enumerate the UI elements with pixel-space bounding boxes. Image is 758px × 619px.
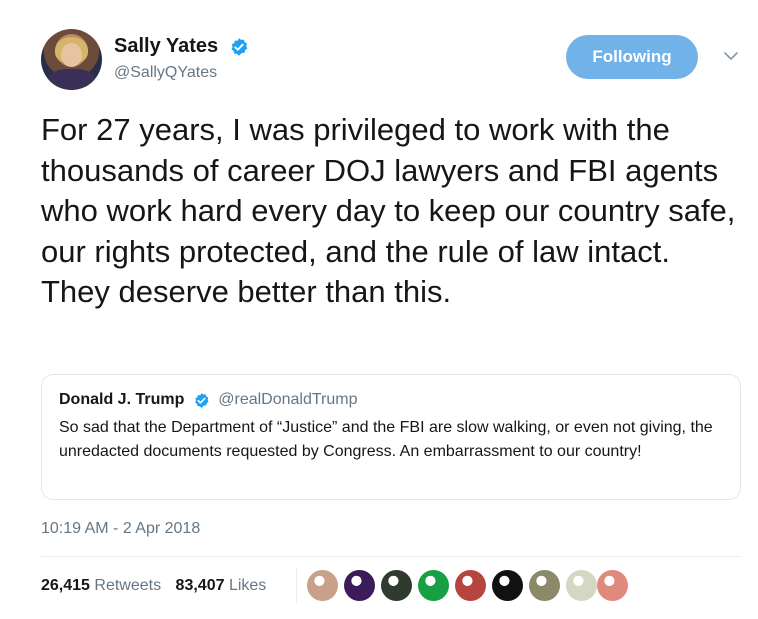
stats-separator (296, 569, 297, 603)
following-button[interactable]: Following (566, 35, 698, 79)
tweet-text: For 27 years, I was privileged to work w… (41, 112, 736, 309)
liker-avatar-woman[interactable] (307, 570, 338, 601)
chevron-down-icon[interactable] (722, 49, 740, 63)
liker-avatar-chevron[interactable] (492, 570, 523, 601)
liker-avatar-purple-text[interactable] (344, 570, 375, 601)
liker-avatar-seal[interactable] (566, 570, 597, 601)
quoted-tweet-text: So sad that the Department of “Justice” … (59, 419, 713, 460)
likes-count: 83,407 (175, 577, 225, 594)
tweet-timestamp[interactable]: 10:19 AM - 2 Apr 2018 (41, 520, 200, 538)
avatar-body-shape (47, 69, 96, 90)
author-handle[interactable]: @SallyQYates (114, 64, 249, 82)
liker-avatar-fox[interactable] (597, 570, 628, 601)
retweets-count: 26,415 (41, 577, 90, 594)
author-name-block[interactable]: Sally Yates @SallyQYates (114, 35, 249, 82)
quoted-author-name: Donald J. Trump (59, 391, 185, 408)
retweets-label: Retweets (94, 577, 162, 594)
liker-avatar-alien[interactable] (381, 570, 412, 601)
likes-stat[interactable]: 83,407 Likes (176, 577, 267, 595)
tweet-header: Sally Yates @SallyQYates Following (41, 29, 741, 93)
liker-avatar-woman-red[interactable] (455, 570, 486, 601)
divider (41, 556, 741, 557)
likes-label: Likes (228, 577, 267, 594)
retweets-stat[interactable]: 26,415 Retweets (41, 577, 161, 595)
quoted-tweet[interactable]: Donald J. Trump @realDonaldTrump So sad … (41, 374, 741, 500)
quoted-author-handle: @realDonaldTrump (218, 391, 358, 408)
liker-avatar-camo[interactable] (529, 570, 560, 601)
engagement-stats: 26,415 Retweets 83,407 Likes (41, 577, 276, 595)
avatar-face-shape (61, 43, 82, 67)
author-avatar[interactable] (41, 29, 102, 90)
author-display-name[interactable]: Sally Yates (114, 35, 218, 58)
verified-badge-icon (231, 37, 247, 56)
quoted-tweet-header: Donald J. Trump @realDonaldTrump (59, 391, 358, 409)
liker-avatar-green-figure[interactable] (418, 570, 449, 601)
verified-badge-icon (194, 392, 209, 408)
